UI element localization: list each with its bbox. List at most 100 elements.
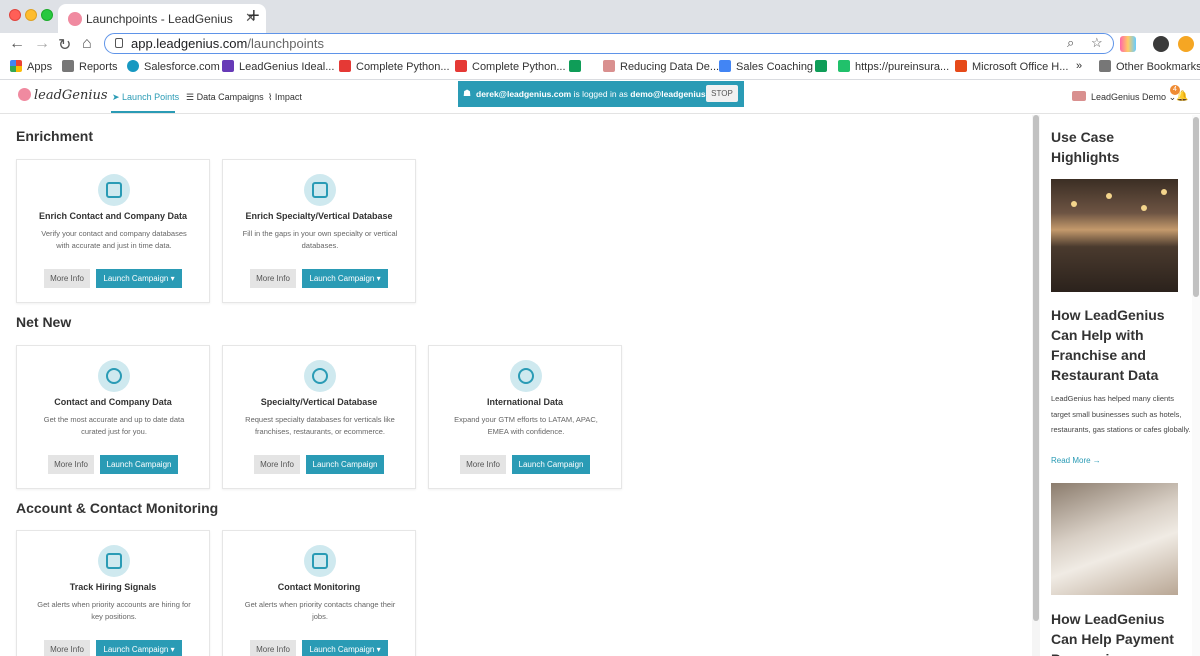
card-title: Specialty/Vertical Database bbox=[260, 397, 378, 407]
more-info-button[interactable]: More Info bbox=[44, 269, 90, 288]
bookmark-leadgenius-ideal[interactable]: LeadGenius Ideal... bbox=[222, 60, 334, 73]
bookmark-microsoft-office[interactable]: Microsoft Office H... bbox=[955, 60, 1068, 73]
extension-icon[interactable] bbox=[1120, 36, 1136, 52]
magnifier-card-icon bbox=[98, 360, 130, 392]
tab-title: Launchpoints - LeadGenius bbox=[86, 12, 233, 26]
reload-icon[interactable]: ↻ bbox=[58, 35, 71, 55]
apps-grid-icon bbox=[10, 60, 22, 72]
card-description: Expand your GTM efforts to LATAM, APAC, … bbox=[454, 415, 598, 436]
article-title-franchise[interactable]: How LeadGenius Can Help with Franchise a… bbox=[1051, 305, 1181, 385]
luggage-card-icon bbox=[304, 545, 336, 577]
nav-data-campaigns[interactable]: ☰ Data Campaigns bbox=[186, 92, 264, 103]
card-contact-monitoring: Contact Monitoring Get alerts when prior… bbox=[222, 530, 416, 656]
more-info-button[interactable]: More Info bbox=[250, 640, 296, 656]
launch-campaign-dropdown-button[interactable]: Launch Campaign ▾ bbox=[302, 269, 388, 288]
forward-icon[interactable]: → bbox=[34, 35, 50, 53]
card-title: Track Hiring Signals bbox=[69, 582, 157, 592]
card-title: International Data bbox=[486, 397, 563, 407]
address-bar-row: ← → ↻ ⌂ app.leadgenius.com/launchpoints … bbox=[0, 33, 1200, 57]
lock-icon bbox=[115, 38, 123, 48]
udemy-icon bbox=[455, 60, 467, 72]
launch-campaign-dropdown-button[interactable]: Launch Campaign ▾ bbox=[96, 269, 182, 288]
launch-campaign-button[interactable]: Launch Campaign bbox=[100, 455, 178, 474]
leadgenius-favicon-icon bbox=[68, 12, 82, 26]
salesforce-icon bbox=[127, 60, 139, 72]
section-title-monitoring: Account & Contact Monitoring bbox=[16, 500, 219, 516]
bookmark-sheet[interactable] bbox=[815, 60, 832, 73]
profile-avatar-icon[interactable] bbox=[1153, 36, 1169, 52]
launch-campaign-button[interactable]: Launch Campaign bbox=[306, 455, 384, 474]
back-icon[interactable]: ← bbox=[9, 35, 25, 53]
notification-badge: 4 bbox=[1170, 85, 1180, 95]
sheets-icon bbox=[815, 60, 827, 72]
account-menu[interactable]: LeadGenius Demo ⌄ bbox=[1072, 91, 1176, 103]
nav-launch-points[interactable]: ➤ Launch Points bbox=[112, 92, 179, 103]
more-info-button[interactable]: More Info bbox=[44, 640, 90, 656]
briefcase-card-icon bbox=[98, 545, 130, 577]
sidebar-scrollbar[interactable] bbox=[1192, 115, 1200, 656]
launchpoints-main: Enrichment Enrich Contact and Company Da… bbox=[0, 115, 1032, 656]
bookmarks-bar: Apps Reports Salesforce.com LeadGenius I… bbox=[0, 57, 1200, 80]
payment-processing-image[interactable] bbox=[1051, 483, 1178, 595]
bookmark-pureinsura[interactable]: https://pureinsura... bbox=[838, 60, 949, 73]
close-window-button[interactable] bbox=[9, 9, 21, 21]
folder-icon bbox=[62, 60, 74, 72]
logo-mark-icon bbox=[18, 88, 31, 101]
card-description: Fill in the gaps in your own specialty o… bbox=[242, 229, 398, 250]
new-tab-icon[interactable]: + bbox=[248, 5, 260, 28]
more-info-button[interactable]: More Info bbox=[250, 269, 296, 288]
sidebar-scrollbar-thumb[interactable] bbox=[1193, 117, 1199, 297]
nav-impact[interactable]: ⌇ Impact bbox=[268, 92, 302, 103]
restaurant-image[interactable] bbox=[1051, 179, 1178, 292]
read-more-link[interactable]: Read More → bbox=[1051, 456, 1101, 465]
bookmark-complete-python-1[interactable]: Complete Python... bbox=[339, 60, 450, 73]
card-enrich-specialty: Enrich Specialty/Vertical Database Fill … bbox=[222, 159, 416, 303]
bookmark-sales-coaching[interactable]: Sales Coaching bbox=[719, 60, 813, 73]
bookmark-reports[interactable]: Reports bbox=[62, 60, 118, 73]
bookmark-green-sheet[interactable] bbox=[569, 60, 586, 73]
more-info-button[interactable]: More Info bbox=[48, 455, 94, 474]
extension-orange-icon[interactable] bbox=[1178, 36, 1194, 52]
bookmark-reducing-data[interactable]: Reducing Data De... bbox=[603, 60, 719, 73]
card-title: Contact and Company Data bbox=[54, 397, 172, 407]
doc-icon bbox=[222, 60, 234, 72]
coaching-icon bbox=[719, 60, 731, 72]
leadgenius-icon bbox=[603, 60, 615, 72]
card-contact-company-data: Contact and Company Data Get the most ac… bbox=[16, 345, 210, 489]
leadgenius-logo[interactable]: leadGenius bbox=[18, 88, 108, 103]
main-scrollbar[interactable] bbox=[1032, 115, 1040, 656]
url-input[interactable]: app.leadgenius.com/launchpoints ⌕ ☆ bbox=[104, 33, 1114, 54]
active-nav-underline bbox=[111, 111, 175, 113]
bookmark-apps[interactable]: Apps bbox=[10, 60, 52, 73]
pure-icon bbox=[838, 60, 850, 72]
launch-campaign-dropdown-button[interactable]: Launch Campaign ▾ bbox=[302, 640, 388, 656]
main-scrollbar-thumb[interactable] bbox=[1033, 115, 1039, 621]
section-title-net-new: Net New bbox=[16, 314, 72, 330]
card-international-data: International Data Expand your GTM effor… bbox=[428, 345, 622, 489]
card-description: Get alerts when priority contacts change… bbox=[244, 600, 396, 621]
app-header: leadGenius ➤ Launch Points ☰ Data Campai… bbox=[0, 81, 1200, 114]
maximize-window-button[interactable] bbox=[41, 9, 53, 21]
stop-impersonation-button[interactable]: STOP bbox=[706, 85, 738, 102]
launch-campaign-dropdown-button[interactable]: Launch Campaign ▾ bbox=[96, 640, 182, 656]
bookmark-salesforce[interactable]: Salesforce.com bbox=[127, 60, 220, 73]
bookmark-other[interactable]: Other Bookmarks bbox=[1099, 60, 1200, 73]
card-title: Enrich Specialty/Vertical Database bbox=[245, 211, 393, 221]
target-card-icon bbox=[304, 360, 336, 392]
card-description: Verify your contact and company database… bbox=[41, 229, 187, 250]
card-description: Get the most accurate and up to date dat… bbox=[43, 415, 185, 436]
sheets-icon bbox=[569, 60, 581, 72]
zoom-icon[interactable]: ⌕ bbox=[1067, 35, 1074, 51]
article-title-payment[interactable]: How LeadGenius Can Help Payment Processi… bbox=[1051, 609, 1181, 656]
more-info-button[interactable]: More Info bbox=[460, 455, 506, 474]
launch-campaign-button[interactable]: Launch Campaign bbox=[512, 455, 590, 474]
browser-tab[interactable]: Launchpoints - LeadGenius ✕ bbox=[58, 4, 266, 33]
bookmarks-overflow[interactable]: » bbox=[1076, 60, 1082, 72]
bookmark-complete-python-2[interactable]: Complete Python... bbox=[455, 60, 566, 73]
more-info-button[interactable]: More Info bbox=[254, 455, 300, 474]
bookmark-star-icon[interactable]: ☆ bbox=[1091, 35, 1103, 51]
card-title: Enrich Contact and Company Data bbox=[38, 211, 188, 221]
impersonation-text: derek@leadgenius.com is logged in as dem… bbox=[476, 89, 726, 99]
home-icon[interactable]: ⌂ bbox=[82, 35, 92, 53]
minimize-window-button[interactable] bbox=[25, 9, 37, 21]
